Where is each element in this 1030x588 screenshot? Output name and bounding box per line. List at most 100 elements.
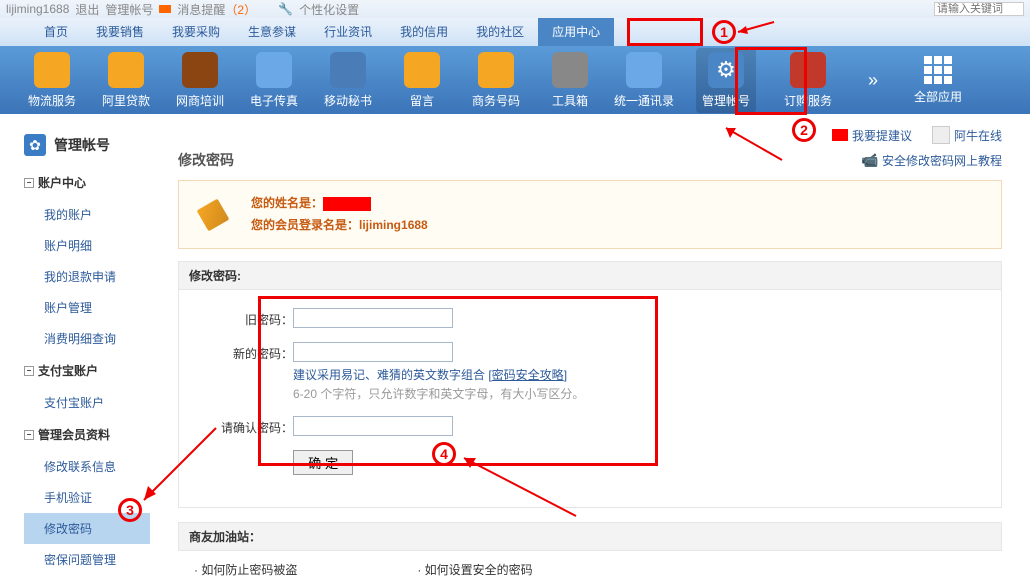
nav-tab[interactable]: 行业资讯: [310, 18, 386, 46]
bear-icon: [932, 126, 950, 144]
tool-item[interactable]: ⚙ 管理帐号: [696, 48, 756, 113]
tool-icon: [478, 52, 514, 88]
sidebar-item[interactable]: 支付宝账户: [24, 387, 160, 418]
username: lijiming1688: [6, 2, 69, 16]
tutorial-link[interactable]: 📹 安全修改密码网上教程: [861, 152, 1002, 169]
toolbar-more-arrow[interactable]: »: [860, 70, 886, 91]
tool-item[interactable]: 移动秘书: [326, 52, 370, 109]
nav-tab[interactable]: 我的社区: [462, 18, 538, 46]
tool-item[interactable]: 阿里贷款: [104, 52, 148, 109]
logout-link[interactable]: 退出: [75, 1, 99, 18]
niu-link[interactable]: 阿牛在线: [932, 126, 1002, 144]
sidebar-section-header[interactable]: −管理会员资料: [24, 426, 160, 443]
all-apps-label: 全部应用: [914, 88, 962, 105]
tool-icon: [790, 52, 826, 88]
tool-item[interactable]: 统一通讯录: [622, 52, 666, 109]
new-password-input[interactable]: [293, 342, 453, 362]
nav-tab[interactable]: 首页: [30, 18, 82, 46]
flag-icon: [832, 129, 848, 141]
tool-icon: [552, 52, 588, 88]
all-apps[interactable]: 全部应用: [916, 56, 960, 105]
search-input[interactable]: [934, 2, 1024, 16]
tool-icon: [330, 52, 366, 88]
message-link[interactable]: 消息提醒（2）: [177, 1, 256, 18]
tool-label: 工具箱: [552, 92, 588, 109]
tool-icon: ⚙: [708, 52, 744, 88]
collapse-icon: −: [24, 430, 34, 440]
tool-label: 物流服务: [28, 92, 76, 109]
main-heading: 修改密码: [178, 150, 234, 170]
form-section-title: 修改密码:: [178, 261, 1002, 290]
suggest-link[interactable]: 我要提建议: [832, 127, 912, 144]
gas-station-title: 商友加油站：: [178, 522, 1002, 551]
nav-tab[interactable]: 我要销售: [82, 18, 158, 46]
manage-account-link[interactable]: 管理帐号: [105, 1, 153, 18]
nav-tab[interactable]: 我的信用: [386, 18, 462, 46]
page-title: ✿ 管理帐号: [24, 134, 160, 156]
confirm-password-input[interactable]: [293, 416, 453, 436]
tool-item[interactable]: 订购服务: [786, 52, 830, 109]
new-password-label: 新的密码：: [203, 342, 293, 362]
sidebar-item[interactable]: 账户明细: [24, 230, 160, 261]
navbar: 首页我要销售我要采购生意参谋行业资讯我的信用我的社区应用中心: [0, 18, 1030, 46]
tool-icon: [404, 52, 440, 88]
tool-item[interactable]: 物流服务: [30, 52, 74, 109]
tool-label: 阿里贷款: [102, 92, 150, 109]
old-password-input[interactable]: [293, 308, 453, 328]
tool-icon: [108, 52, 144, 88]
tool-label: 移动秘书: [324, 92, 372, 109]
old-password-label: 旧密码：: [203, 308, 293, 328]
tool-item[interactable]: 商务号码: [474, 52, 518, 109]
wrench-icon: 🔧: [278, 2, 293, 16]
tool-item[interactable]: 网商培训: [178, 52, 222, 109]
gas-link-1[interactable]: · 如何防止密码被盗: [194, 561, 297, 578]
collapse-icon: −: [24, 366, 34, 376]
sidebar-item[interactable]: 密保问题管理: [24, 544, 160, 575]
gas-station-links: · 如何防止密码被盗 · 如何设置安全的密码: [178, 551, 1002, 588]
password-hint1: 建议采用易记、难猜的英文数字组合 [密码安全攻略]: [293, 366, 977, 383]
personalize-link[interactable]: 个性化设置: [299, 1, 359, 18]
submit-button[interactable]: 确 定: [293, 450, 353, 475]
camera-icon: 📹: [861, 152, 878, 168]
tool-icon: [256, 52, 292, 88]
collapse-icon: −: [24, 178, 34, 188]
tool-label: 管理帐号: [702, 92, 750, 109]
password-hint2: 6-20 个字符，只允许数字和英文字母，有大小写区分。: [293, 385, 977, 402]
grid-icon: [924, 56, 952, 84]
main-content: 我要提建议 阿牛在线 修改密码 📹 安全修改密码网上教程 您的姓名是： 您的会员…: [160, 114, 1030, 588]
tool-item[interactable]: 工具箱: [548, 52, 592, 109]
nav-tab[interactable]: 我要采购: [158, 18, 234, 46]
redacted-name: [323, 197, 371, 211]
gear-icon: ✿: [24, 134, 46, 156]
tool-label: 网商培训: [176, 92, 224, 109]
sidebar-item[interactable]: 修改联系信息: [24, 451, 160, 482]
sidebar-item[interactable]: 修改密码: [24, 513, 150, 544]
tool-item[interactable]: 留言: [400, 52, 444, 109]
sidebar-section-header[interactable]: −账户中心: [24, 174, 160, 191]
sidebar: ✿ 管理帐号 −账户中心我的账户账户明细我的退款申请账户管理消费明细查询−支付宝…: [0, 114, 160, 588]
top-bar: lijiming1688 退出 管理帐号 消息提醒（2） 🔧 个性化设置: [0, 0, 1030, 18]
sidebar-section-header[interactable]: −支付宝账户: [24, 362, 160, 379]
tool-label: 订购服务: [784, 92, 832, 109]
tool-icon: [626, 52, 662, 88]
info-box: 您的姓名是： 您的会员登录名是：lijiming1688: [178, 180, 1002, 249]
sidebar-item[interactable]: 手机验证: [24, 482, 160, 513]
tool-label: 商务号码: [472, 92, 520, 109]
sidebar-item[interactable]: 我的账户: [24, 199, 160, 230]
sidebar-item[interactable]: 我的退款申请: [24, 261, 160, 292]
gas-link-2[interactable]: · 如何设置安全的密码: [417, 561, 532, 578]
confirm-password-label: 请确认密码：: [203, 416, 293, 436]
app-toolbar: 物流服务 阿里贷款 网商培训 电子传真移动秘书 留言 商务号码 工具箱 统一通讯录 ⚙ 管理帐号 订…: [0, 46, 1030, 114]
tool-label: 统一通讯录: [614, 92, 674, 109]
nav-tab[interactable]: 应用中心: [538, 18, 614, 46]
tool-label: 留言: [410, 92, 434, 109]
nav-tab[interactable]: 生意参谋: [234, 18, 310, 46]
sidebar-item[interactable]: 账户管理: [24, 292, 160, 323]
tool-item[interactable]: 电子传真: [252, 52, 296, 109]
password-strategy-link[interactable]: 密码安全攻略: [492, 368, 564, 382]
password-form: 旧密码： 新的密码： 建议采用易记、难猜的英文数字组合 [密码安全攻略] 6-2…: [178, 290, 1002, 508]
mail-icon: [159, 5, 171, 13]
tool-icon: [34, 52, 70, 88]
sidebar-item[interactable]: 消费明细查询: [24, 323, 160, 354]
tool-icon: [182, 52, 218, 88]
